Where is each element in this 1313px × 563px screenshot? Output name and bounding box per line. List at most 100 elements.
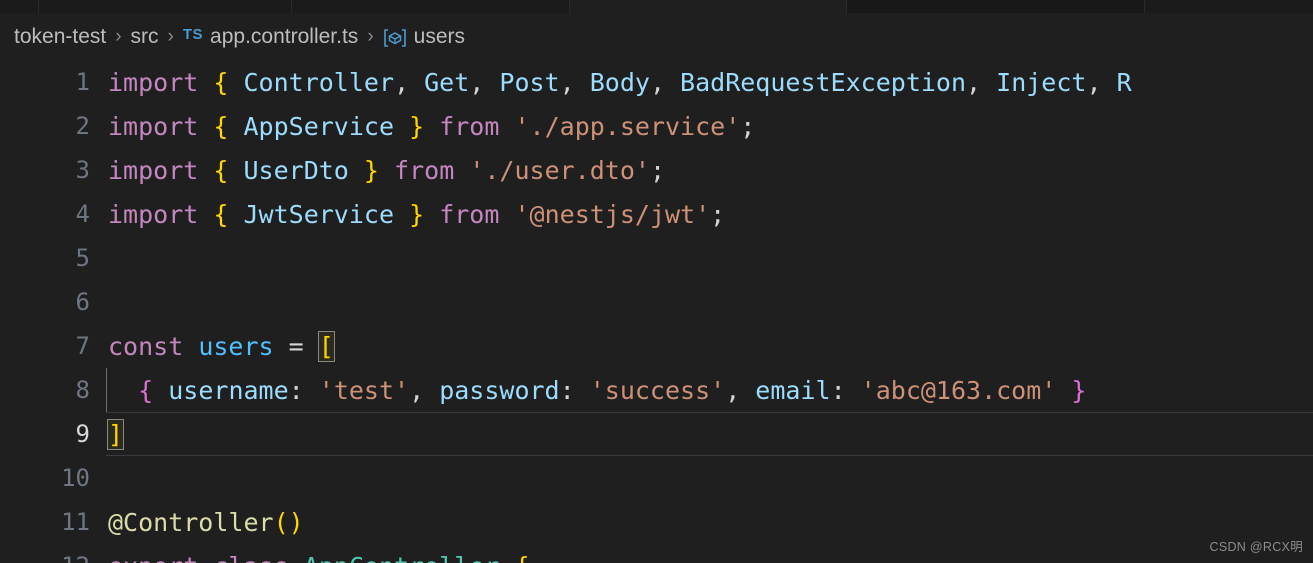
code-line[interactable]: 10 [0,456,1313,500]
vscode-editor-window: token-test › src › TS app.controller.ts › users… [0,0,1313,563]
editor-tab[interactable] [292,0,570,13]
line-number: 7 [75,332,90,360]
breadcrumb-item-src[interactable]: src [131,25,159,49]
code-line[interactable]: 12export class AppController { [0,544,1313,563]
code-token: ) [288,507,304,537]
code-token: { [213,199,229,229]
watermark: CSDN @RCX明 [1209,540,1303,554]
code-token: users [198,331,274,361]
code-editor[interactable]: 1 import { Controller, Get, Post, Body, B… [0,60,1313,563]
code-line[interactable]: 9] [0,412,1313,456]
code-token: } [1071,375,1087,405]
code-token: , [409,375,440,405]
code-line-content: export class AppController { [106,552,1313,563]
bracket-match-highlight: [ [317,330,335,362]
code-token: import [108,199,199,229]
code-token: Inject [996,67,1087,97]
breadcrumb-separator-icon: › [115,25,122,47]
code-line[interactable]: 2 import { AppService } from './app.servi… [0,104,1313,148]
editor-tab-bar [0,0,1313,13]
code-token: 'test' [318,375,410,405]
code-token: const [108,331,184,361]
code-token: } [409,199,425,229]
code-line[interactable]: 5 [0,236,1313,280]
code-token: R [1116,67,1132,97]
line-number: 9 [75,420,90,448]
editor-tab[interactable] [38,0,293,13]
code-line-content: @Controller() [106,508,1313,537]
breadcrumb-item-users[interactable]: users [383,25,465,49]
editor-tab[interactable] [0,0,39,13]
breadcrumb-item-token-test[interactable]: token-test [14,25,106,49]
line-number: 5 [75,244,90,272]
code-token: class [213,552,288,563]
code-token: 'abc@163.com' [860,375,1057,405]
code-line[interactable]: 6 [0,280,1313,324]
symbol-variable-icon [383,28,407,48]
code-token: { [213,155,229,185]
code-token: export [108,552,198,563]
breadcrumb-item-label: src [130,24,159,48]
line-number: 11 [61,508,90,536]
code-line[interactable]: 7 const users = [ [0,324,1313,368]
code-token: '@nestjs/jwt' [514,199,711,229]
code-token: './app.service' [514,111,741,141]
code-line-content: { username: 'test', password: 'success',… [106,376,1313,405]
typescript-file-icon: TS [182,26,204,43]
code-token: UserDto [243,155,349,185]
code-token: import [108,111,199,141]
code-token: Body [589,67,650,97]
code-token: } [363,155,379,185]
code-line[interactable]: 3 import { UserDto } from './user.dto'; [0,148,1313,192]
code-line[interactable]: 11 @Controller() [0,500,1313,544]
code-token: Get [424,67,470,97]
code-token: = [273,331,319,361]
code-token: , [469,67,500,97]
line-number: 10 [61,464,90,492]
code-token: username [168,375,289,405]
code-line-content: import { JwtService } from '@nestjs/jwt'… [106,200,1313,229]
code-token: from [439,199,500,229]
editor-tab[interactable] [569,0,848,13]
code-token: , [649,67,681,97]
code-token: Post [499,67,560,97]
code-line[interactable]: 4 import { JwtService } from '@nestjs/jwt… [0,192,1313,236]
code-token: './user.dto' [469,155,650,185]
code-token: ; [649,155,666,185]
code-token: : [830,375,861,405]
code-token: , [394,67,425,97]
breadcrumb-item-label: app.controller.ts [210,24,359,48]
code-line-content: import { Controller, Get, Post, Body, Ba… [106,68,1313,97]
line-number: 2 [75,112,90,140]
breadcrumb-item-label: users [413,24,465,48]
code-line-content: import { AppService } from './app.servic… [106,112,1313,141]
editor-tab[interactable] [1144,0,1313,13]
code-line[interactable]: 1 import { Controller, Get, Post, Body, B… [0,60,1313,104]
code-line[interactable]: 8 { username: 'test', password: 'success… [0,368,1313,412]
line-number: 3 [75,156,90,184]
code-token: { [138,375,154,405]
code-token: 'success' [589,375,726,405]
code-token: , [966,67,997,97]
code-line-content: ] [106,418,1313,450]
code-token: } [409,111,425,141]
code-token: { [213,111,229,141]
breadcrumb-separator-icon: › [367,25,374,47]
code-line-content: import { UserDto } from './user.dto'; [106,156,1313,185]
code-token: BadRequestException [680,67,967,97]
breadcrumb-item-app-controller-ts[interactable]: TS app.controller.ts [183,25,358,49]
